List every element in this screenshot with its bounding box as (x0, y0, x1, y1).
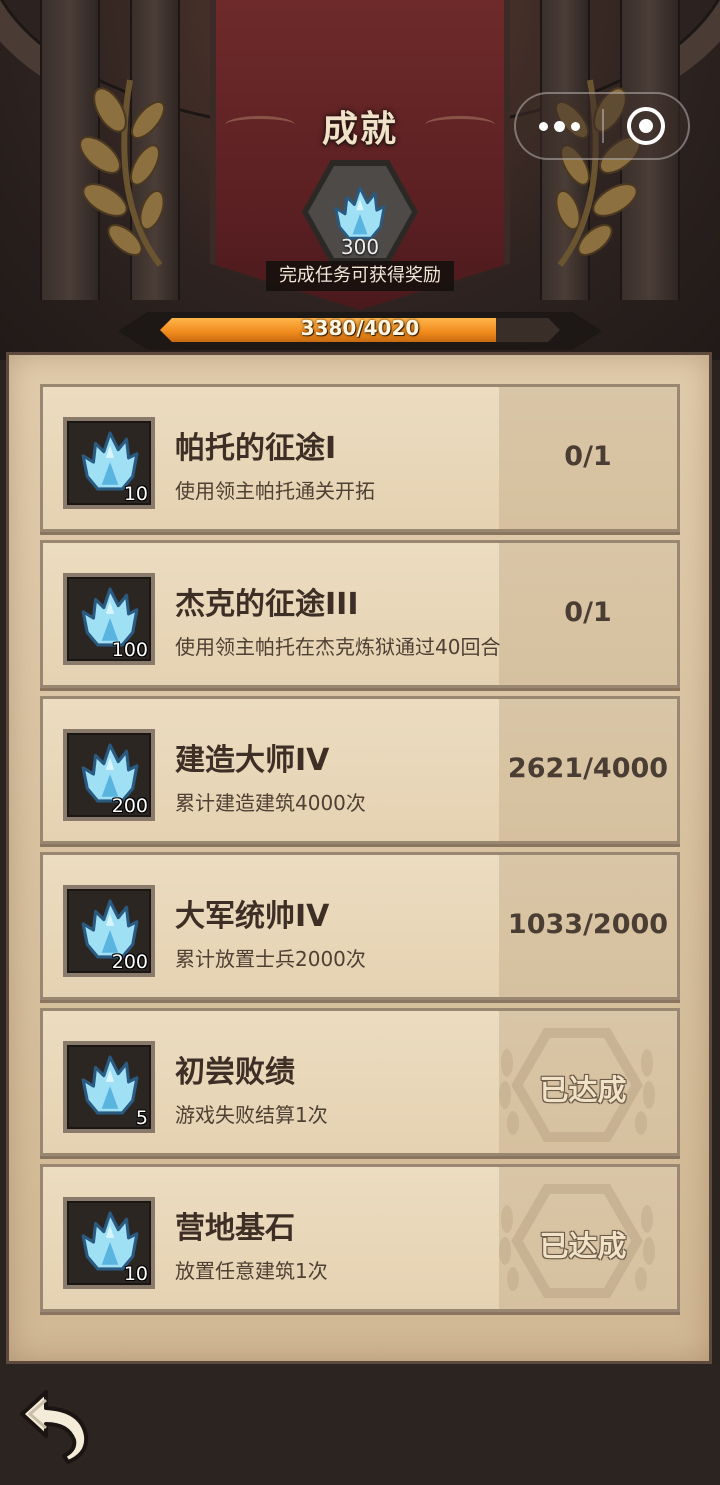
achievement-progress: 0/1 (564, 441, 612, 472)
completed-label: 已达成 (539, 1073, 627, 1107)
more-dots-icon (538, 121, 548, 131)
back-button[interactable] (16, 1384, 92, 1464)
reward-icon-frame: 200 (63, 729, 155, 821)
back-arrow-icon (20, 1390, 89, 1464)
achievement-title: 杰克的征途III (175, 587, 359, 622)
reward-amount: 300 (340, 235, 380, 259)
achievement-card[interactable]: 100 杰克的征途III 使用领主帕托在杰克炼狱通过40回合 0/1 (40, 540, 680, 688)
miniprogram-capsule (514, 92, 690, 160)
achievement-card[interactable]: 10 帕托的征途I 使用领主帕托通关开拓 0/1 (40, 384, 680, 532)
reward-caption: 完成任务可获得奖励 (266, 261, 454, 291)
achievement-progress: 2621/4000 (507, 753, 669, 784)
achievement-title: 大军统帅IV (175, 899, 330, 934)
footer-bar (0, 1364, 720, 1485)
achievement-title: 营地基石 (175, 1211, 295, 1246)
target-close-icon (627, 107, 665, 145)
blue-crystal-icon (81, 899, 139, 959)
blue-crystal-icon (81, 431, 139, 491)
reward-quantity: 5 (135, 1107, 148, 1129)
achievement-title: 帕托的征途I (175, 431, 337, 466)
achievement-title: 建造大师IV (175, 743, 330, 778)
achievement-description: 使用领主帕托通关开拓 (175, 479, 375, 503)
reward-icon-frame: 5 (63, 1041, 155, 1133)
achievement-description: 游戏失败结算1次 (175, 1103, 328, 1127)
close-miniprogram-button[interactable] (604, 94, 688, 158)
reward-quantity: 10 (123, 1263, 148, 1285)
blue-crystal-icon (81, 743, 139, 803)
more-button[interactable] (516, 94, 602, 158)
blue-crystal-icon (334, 186, 386, 240)
reward-icon-frame: 100 (63, 573, 155, 665)
reward-icon-frame: 10 (63, 1197, 155, 1289)
achievement-description: 使用领主帕托在杰克炼狱通过40回合 (175, 635, 501, 659)
reward-icon-frame: 10 (63, 417, 155, 509)
achievement-description: 累计建造建筑4000次 (175, 791, 366, 815)
header-scene: 成就 300 完成任务可获得奖励 3380/4020 (0, 0, 720, 360)
achievement-card[interactable]: 200 大军统帅IV 累计放置士兵2000次 1033/2000 (40, 852, 680, 1000)
completed-label: 已达成 (539, 1229, 627, 1263)
blue-crystal-icon (81, 1055, 139, 1115)
achievement-description: 累计放置士兵2000次 (175, 947, 366, 971)
achievement-title: 初尝败绩 (175, 1055, 295, 1090)
reward-quantity: 100 (111, 639, 148, 661)
progress-text: 3380/4020 (300, 316, 420, 340)
reward-quantity: 10 (123, 483, 148, 505)
achievement-description: 放置任意建筑1次 (175, 1259, 328, 1283)
reward-quantity: 200 (111, 795, 148, 817)
achievement-list[interactable]: 10 帕托的征途I 使用领主帕托通关开拓 0/1 100 杰克的征途III 使用… (40, 384, 680, 1320)
achievement-card[interactable]: 10 营地基石 放置任意建筑1次 已达成 (40, 1164, 680, 1312)
reward-icon-frame: 200 (63, 885, 155, 977)
achievement-progress: 1033/2000 (507, 909, 669, 940)
blue-crystal-icon (81, 587, 139, 647)
achievement-card[interactable]: 5 初尝败绩 游戏失败结算1次 已达成 (40, 1008, 680, 1156)
reward-quantity: 200 (111, 951, 148, 973)
achievement-progress: 0/1 (564, 597, 612, 628)
achievement-card[interactable]: 200 建造大师IV 累计建造建筑4000次 2621/4000 (40, 696, 680, 844)
blue-crystal-icon (81, 1211, 139, 1271)
